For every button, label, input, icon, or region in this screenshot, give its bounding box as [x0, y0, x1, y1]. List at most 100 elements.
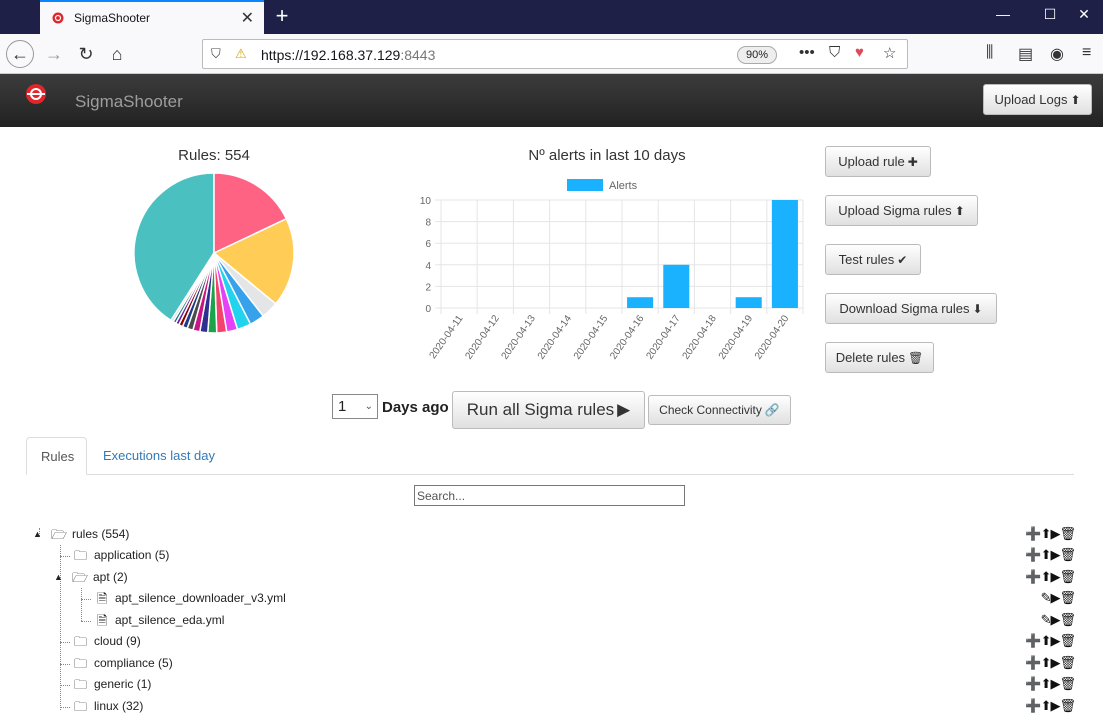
new-tab-icon[interactable]: +	[270, 3, 294, 29]
days-select[interactable]: 1 ⌄	[332, 394, 378, 419]
tree-node-file[interactable]: 🗎 apt_silence_downloader_v3.yml ✎▶🗑	[0, 588, 1103, 610]
tree-node-label[interactable]: linux (32)	[94, 699, 143, 713]
sigmashooter-favicon-icon	[52, 12, 64, 24]
insecure-lock-icon[interactable]: ⚠	[235, 46, 247, 62]
maximize-icon[interactable]: ☐	[1040, 6, 1060, 23]
file-actions[interactable]: ✎▶🗑	[1041, 612, 1076, 628]
legend-label: Alerts	[609, 180, 638, 192]
tree-node-label[interactable]: compliance (5)	[94, 656, 173, 670]
tree-node-apt[interactable]: ▲ 🗁 apt (2) ➕⬆▶🗑	[0, 567, 1103, 589]
bar[interactable]	[735, 297, 762, 308]
tree-node-label[interactable]: apt_silence_eda.yml	[115, 613, 224, 627]
upload-icon: ⬆	[1070, 93, 1081, 107]
upload-rule-button[interactable]: Upload rule ✚	[825, 146, 931, 177]
alerts-bar-chart: Alerts 1086420 2020-04-112020-04-122020-…	[420, 179, 804, 362]
x-tick-label: 2020-04-18	[681, 313, 720, 362]
tree-node-label[interactable]: rules (554)	[72, 527, 129, 541]
file-actions[interactable]: ✎▶🗑	[1041, 590, 1076, 606]
trash-icon: 🗑	[908, 351, 924, 365]
check-connectivity-button[interactable]: Check Connectivity 🔗	[648, 395, 791, 425]
link-icon: 🔗	[764, 403, 780, 417]
days-ago-label: Days ago	[382, 399, 449, 416]
folder-actions[interactable]: ➕⬆▶🗑	[1025, 547, 1076, 563]
y-tick-label: 10	[420, 196, 432, 207]
tab-close-icon[interactable]: ✕	[241, 8, 254, 28]
tree-node-label[interactable]: apt_silence_downloader_v3.yml	[115, 591, 286, 605]
delete-rules-button[interactable]: Delete rules 🗑	[825, 342, 934, 373]
bar[interactable]	[771, 200, 798, 308]
run-all-sigma-rules-button[interactable]: Run all Sigma rules ▶	[452, 391, 645, 429]
folder-actions[interactable]: ➕⬆▶🗑	[1025, 676, 1076, 692]
folder-actions[interactable]: ➕⬆▶🗑	[1025, 526, 1076, 542]
folder-actions[interactable]: ➕⬆▶🗑	[1025, 569, 1076, 585]
tree-node-label[interactable]: cloud (9)	[94, 634, 141, 648]
window-close-icon[interactable]: ✕	[1074, 6, 1094, 23]
zoom-level[interactable]: 90%	[737, 46, 777, 64]
tab-executions-last-day[interactable]: Executions last day	[89, 437, 229, 475]
x-tick-label: 2020-04-15	[572, 313, 611, 362]
forward-icon[interactable]: →	[40, 40, 68, 68]
x-tick-label: 2020-04-14	[536, 313, 575, 362]
rules-pie-chart	[133, 172, 295, 334]
expand-toggle-icon[interactable]: ▲	[54, 572, 63, 582]
bar[interactable]	[627, 297, 654, 308]
heart-icon[interactable]: ♥	[855, 44, 864, 61]
shield-icon[interactable]: ⛉	[211, 46, 221, 62]
page-actions-icon[interactable]: •••	[799, 44, 815, 61]
pie-title: Rules: 554	[178, 147, 250, 164]
x-tick-label: 2020-04-12	[463, 313, 502, 362]
play-icon: ▶	[617, 400, 631, 419]
browser-tab-title: SigmaShooter	[74, 11, 151, 25]
bar-chart-title: Nº alerts in last 10 days	[528, 147, 686, 164]
x-tick-label: 2020-04-20	[753, 313, 792, 362]
sidebar-icon[interactable]: ▤	[1018, 44, 1033, 64]
folder-icon: 🗀	[74, 699, 88, 714]
tree-node-generic[interactable]: 🗀 generic (1) ➕⬆▶🗑	[0, 674, 1103, 696]
test-rules-button[interactable]: Test rules ✔	[825, 244, 921, 275]
back-icon[interactable]: ←	[6, 40, 34, 68]
bookmark-star-icon[interactable]: ☆	[883, 44, 896, 62]
library-icon[interactable]: ⫼	[986, 44, 993, 62]
folder-actions[interactable]: ➕⬆▶🗑	[1025, 633, 1076, 649]
download-sigma-rules-button[interactable]: Download Sigma rules ⬇	[825, 293, 997, 324]
reload-icon[interactable]: ↻	[72, 40, 100, 68]
home-icon[interactable]: ⌂	[103, 40, 131, 68]
sigmashooter-logo-icon[interactable]	[26, 84, 46, 104]
plus-icon: ✚	[907, 155, 918, 169]
y-tick-label: 8	[425, 218, 431, 229]
x-tick-label: 2020-04-19	[717, 313, 756, 362]
folder-actions[interactable]: ➕⬆▶🗑	[1025, 655, 1076, 671]
upload-logs-button[interactable]: Upload Logs ⬆	[983, 84, 1092, 115]
tree-node-label[interactable]: apt (2)	[93, 570, 128, 584]
app-navbar: SigmaShooter Upload Logs ⬆	[0, 74, 1103, 127]
tree-node-label[interactable]: application (5)	[94, 548, 169, 562]
tree-node-rules[interactable]: ▲ 🗁 rules (554) ➕⬆▶🗑	[0, 524, 1103, 546]
file-icon: 🗎	[97, 591, 108, 606]
expand-toggle-icon[interactable]: ▲	[33, 529, 42, 539]
url-text[interactable]: https://192.168.37.129:8443	[261, 47, 435, 63]
upload-icon: ⬆	[954, 204, 965, 218]
folder-icon: 🗀	[74, 548, 88, 563]
folder-actions[interactable]: ➕⬆▶🗑	[1025, 698, 1076, 714]
upload-sigma-rules-button[interactable]: Upload Sigma rules ⬆	[825, 195, 978, 226]
x-tick-label: 2020-04-17	[644, 313, 683, 362]
tab-rules[interactable]: Rules	[26, 437, 87, 475]
tree-node-cloud[interactable]: 🗀 cloud (9) ➕⬆▶🗑	[0, 631, 1103, 653]
tree-node-file[interactable]: 🗎 apt_silence_eda.yml ✎▶🗑	[0, 610, 1103, 632]
menu-icon[interactable]: ≡	[1082, 44, 1091, 62]
folder-icon: 🗀	[74, 634, 88, 649]
tree-node-application[interactable]: 🗀 application (5) ➕⬆▶🗑	[0, 545, 1103, 567]
address-bar[interactable]: ⛉ ⚠ https://192.168.37.129:8443 90% ••• …	[202, 39, 908, 69]
chevron-down-icon: ⌄	[364, 401, 373, 412]
search-input[interactable]	[414, 485, 685, 506]
tree-node-label[interactable]: generic (1)	[94, 677, 151, 691]
account-icon[interactable]: ◉	[1050, 44, 1064, 64]
y-tick-label: 2	[425, 282, 431, 293]
tree-node-compliance[interactable]: 🗀 compliance (5) ➕⬆▶🗑	[0, 653, 1103, 675]
bar[interactable]	[663, 264, 690, 308]
brand-name[interactable]: SigmaShooter	[75, 92, 183, 112]
browser-tab[interactable]: SigmaShooter ✕	[40, 0, 264, 34]
tree-node-linux[interactable]: 🗀 linux (32) ➕⬆▶🗑	[0, 696, 1103, 718]
pocket-icon[interactable]: ⛉	[829, 44, 840, 61]
minimize-icon[interactable]: —	[993, 6, 1013, 22]
